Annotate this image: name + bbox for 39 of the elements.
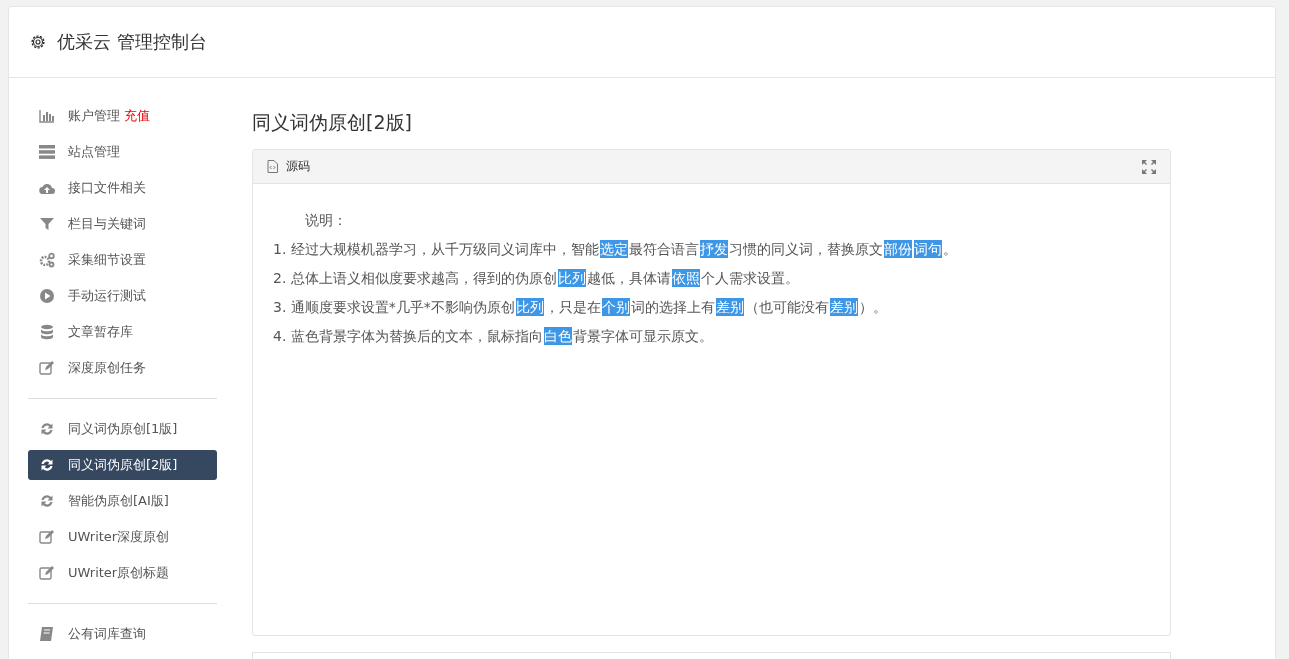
- sidebar-item[interactable]: 深度原创任务: [28, 353, 217, 383]
- sidebar-item[interactable]: 公有词库查询: [28, 619, 217, 649]
- expand-icon[interactable]: [1142, 159, 1156, 174]
- bar-chart-icon: [39, 108, 55, 124]
- book-icon: [39, 626, 55, 642]
- sidebar-item[interactable]: 文章暂存库: [28, 317, 217, 347]
- refresh-icon: [39, 457, 55, 473]
- sidebar-item[interactable]: 同义词伪原创[2版]: [28, 450, 217, 480]
- play-icon: [39, 288, 55, 304]
- instruction-line: 1. 经过大规模机器学习，从千万级同义词库中，智能选定最符合语言抒发习惯的同义词，替换原文部份词句。: [273, 239, 958, 260]
- instruction-line: 4. 蓝色背景字体为替换后的文本，鼠标指向 白色背景字体可显示原文。: [273, 326, 714, 347]
- sidebar-item[interactable]: 同义词伪原创[1版]: [28, 414, 217, 444]
- sidebar-item[interactable]: 接口文件相关: [28, 173, 217, 203]
- refresh-icon: [39, 421, 55, 437]
- note-heading: 说明：: [304, 211, 347, 230]
- edit-icon: [39, 565, 55, 581]
- page-title: 同义词伪原创[2版]: [252, 110, 413, 135]
- filter-icon: [39, 216, 55, 232]
- sidebar-item[interactable]: 栏目与关键词: [28, 209, 217, 239]
- database-icon: [39, 324, 55, 340]
- gears-icon: [39, 252, 55, 268]
- recharge-link[interactable]: 充值: [124, 107, 150, 125]
- sidebar-item[interactable]: 智能伪原创[AI版]: [28, 486, 217, 516]
- gear-icon: [29, 33, 47, 51]
- panel-title: 源码: [286, 158, 310, 175]
- sidebar-item[interactable]: 手动运行测试: [28, 281, 217, 311]
- server-icon: [39, 144, 55, 160]
- console-title: 优采云 管理控制台: [57, 30, 207, 54]
- sidebar-item[interactable]: UWriter深度原创: [28, 522, 217, 552]
- sidebar-item[interactable]: UWriter原创标题: [28, 558, 217, 588]
- edit-icon: [39, 360, 55, 376]
- sidebar-item[interactable]: 账户管理 充值: [28, 101, 217, 131]
- sidebar-item[interactable]: 采集细节设置: [28, 245, 217, 275]
- code-file-icon: [267, 160, 278, 173]
- refresh-icon: [39, 493, 55, 509]
- sidebar-item[interactable]: 站点管理: [28, 137, 217, 167]
- edit-icon: [39, 529, 55, 545]
- instruction-line: 2. 总体上语义相似度要求越高，得到的伪原创 比列越低，具体请依照个人需求设置。: [273, 268, 800, 289]
- instruction-line: 3. 通顺度要求设置*几乎*不影响伪原创 比列，只是在个别词的选择上有差别（也可能没有差别）。: [273, 297, 888, 318]
